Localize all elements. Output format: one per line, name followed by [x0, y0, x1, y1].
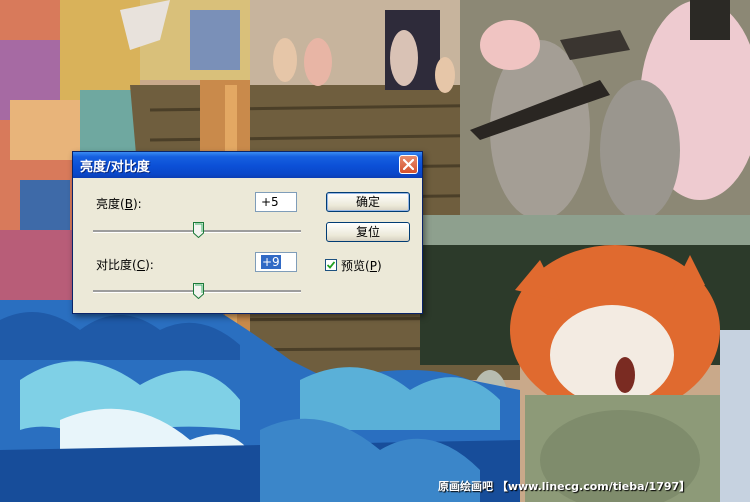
ok-button[interactable]: 确定	[326, 192, 410, 212]
preview-checkbox[interactable]	[325, 259, 337, 271]
dialog-title: 亮度/对比度	[80, 160, 150, 175]
check-icon	[327, 261, 335, 269]
contrast-slider-thumb[interactable]	[193, 283, 205, 299]
reset-button[interactable]: 复位	[326, 222, 410, 242]
brightness-slider-thumb[interactable]	[192, 222, 204, 238]
close-button[interactable]	[399, 155, 418, 174]
brightness-label: 亮度(B):	[96, 197, 142, 211]
preview-label[interactable]: 预览(P)	[341, 257, 382, 274]
dialog-titlebar[interactable]: 亮度/对比度	[73, 152, 422, 178]
close-icon	[403, 159, 414, 170]
brightness-contrast-dialog: 亮度/对比度 亮度(B): +5 对比度(C): +9 确定 复位 预览(P)	[72, 151, 423, 314]
contrast-input[interactable]: +9	[255, 252, 297, 272]
brightness-input[interactable]: +5	[255, 192, 297, 212]
watermark-text: 原画绘画吧 【www.linecg.com/tieba/1797】	[438, 480, 691, 493]
contrast-label: 对比度(C):	[96, 258, 154, 272]
